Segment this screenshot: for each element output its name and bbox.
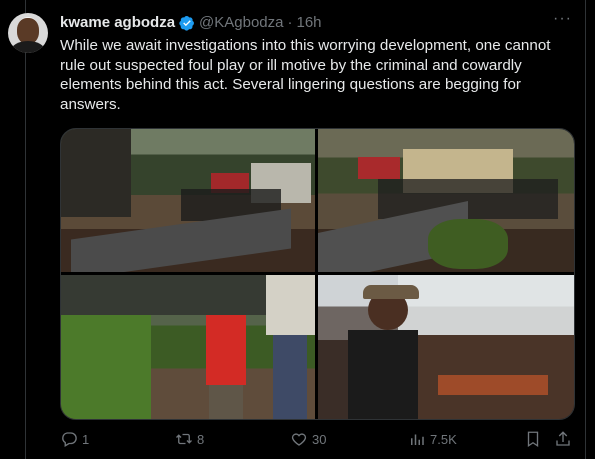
separator-dot: · [287, 14, 293, 31]
right-border [585, 0, 586, 459]
like-button[interactable]: 30 [290, 430, 326, 448]
like-icon [291, 433, 307, 446]
tweet-header: kwame agbodza @KAgbodza · 16h [60, 14, 322, 31]
author-name[interactable]: kwame agbodza [60, 14, 175, 31]
verified-icon [179, 15, 195, 31]
photo-3-building [266, 275, 315, 335]
tweet-text: While we await investigations into this … [60, 37, 551, 113]
views-button[interactable]: 7.5K [408, 430, 457, 448]
photo-2[interactable] [318, 129, 574, 272]
photo-4-embers [438, 375, 548, 395]
photo-4[interactable] [318, 275, 574, 419]
reply-button[interactable]: 1 [60, 430, 89, 448]
photo-3-man-red-shirt [206, 315, 246, 385]
photo-1[interactable] [61, 129, 315, 272]
reply-icon [62, 432, 77, 447]
share-button[interactable] [554, 430, 576, 448]
avatar-body [11, 41, 45, 53]
views-icon [411, 434, 424, 445]
action-bar: 1 8 30 7.5K [60, 430, 573, 450]
photo-2-bush [428, 219, 508, 269]
left-border [25, 0, 26, 459]
repost-icon [176, 433, 192, 445]
author-handle[interactable]: @KAgbodza [199, 14, 283, 31]
reply-count: 1 [82, 431, 90, 447]
more-icon[interactable]: ··· [553, 10, 572, 28]
photo-4-cap [363, 285, 419, 299]
photo-2-truck [358, 157, 400, 179]
photo-2-crowd [378, 179, 558, 219]
photo-4-man-shirt [348, 330, 418, 419]
photo-3-man-legs [209, 385, 243, 419]
photo-1-shed [61, 129, 131, 217]
like-count: 30 [312, 431, 327, 447]
bookmark-icon [527, 431, 539, 448]
avatar[interactable] [8, 13, 48, 53]
bookmark-button[interactable] [524, 430, 546, 448]
timestamp[interactable]: 16h [297, 14, 322, 31]
share-icon [556, 431, 570, 446]
repost-button[interactable]: 8 [175, 430, 204, 448]
views-count: 7.5K [430, 431, 457, 447]
media-grid[interactable] [60, 128, 575, 420]
photo-3[interactable] [61, 275, 315, 419]
repost-count: 8 [197, 431, 205, 447]
photo-3-bush [61, 315, 151, 419]
photo-4-smoke [398, 275, 574, 335]
